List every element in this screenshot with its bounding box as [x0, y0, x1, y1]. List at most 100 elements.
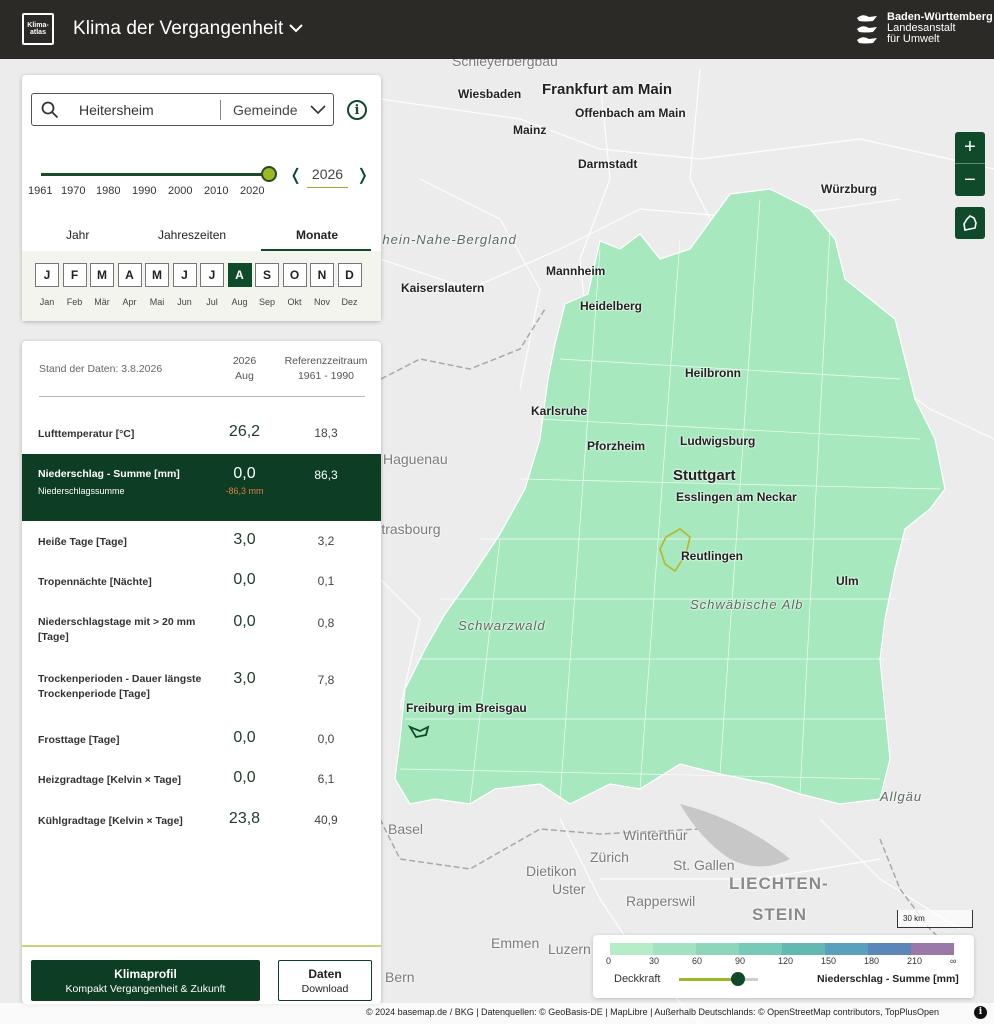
indicator-reference: 40,9	[314, 813, 338, 827]
indicator-reference: 0,0	[317, 732, 335, 746]
legend-swatch	[825, 943, 868, 955]
city-label: Allgäu	[880, 789, 923, 804]
indicator-reference: 86,3	[314, 468, 338, 482]
search-input[interactable]: Heitersheim Gemeinde	[31, 93, 334, 126]
month-button[interactable]: J	[35, 263, 59, 287]
app-title[interactable]: Klima der Vergangenheit	[73, 18, 283, 40]
legend-swatch	[911, 943, 954, 955]
city-label: Würzburg	[821, 182, 877, 196]
indicator-row[interactable]: Kühlgradtage [Kelvin × Tage] 23,8 40,9	[22, 806, 381, 836]
city-label: Basel	[388, 821, 424, 837]
indicator-label: Kühlgradtage [Kelvin × Tage]	[38, 815, 183, 827]
city-label: Emmen	[491, 935, 540, 951]
city-label: Kaiserslautern	[401, 281, 485, 295]
month-label: Mär	[94, 297, 110, 307]
year-tick: 1961	[28, 185, 53, 197]
indicator-value: 0,0	[233, 729, 256, 746]
indicator-row[interactable]: Trockenperioden - Dauer längste Trockenp…	[22, 666, 381, 706]
year-tick: 1990	[132, 185, 157, 197]
indicator-value: 26,2	[228, 423, 261, 440]
map-outline-icon	[963, 215, 977, 231]
indicator-row[interactable]: Frosttage [Tage] 0,0 0,0	[22, 725, 381, 755]
month-button[interactable]: O	[282, 263, 307, 287]
search-type-select[interactable]: Gemeinde	[233, 102, 298, 118]
month-label: Aug	[231, 297, 248, 307]
chevron-down-icon[interactable]	[289, 23, 303, 33]
current-month: Aug	[235, 370, 254, 382]
daten-title: Daten	[308, 967, 342, 981]
indicator-row[interactable]: Lufttemperatur [°C] 26,2 18,3	[22, 419, 381, 449]
year-slider-track[interactable]	[41, 173, 270, 176]
indicator-difference: -86,3 mm	[225, 486, 264, 496]
indicator-label: Tropennächte [Nächte]	[38, 576, 152, 588]
month-button[interactable]: F	[62, 263, 87, 287]
month-label: Apr	[122, 297, 137, 307]
zoom-in-button[interactable]: +	[955, 132, 985, 164]
month-button[interactable]: A	[227, 263, 252, 287]
indicator-row[interactable]: Niederschlag - Summe [mm] Niederschlagssu…	[22, 454, 381, 521]
logo-text-2: atlas	[30, 29, 46, 36]
year-input[interactable]: 2026	[307, 166, 348, 188]
city-label: St. Gallen	[673, 857, 735, 873]
opacity-slider-thumb[interactable]	[731, 972, 746, 986]
tab-jahr[interactable]: Jahr	[66, 228, 89, 242]
city-label: Bern	[385, 969, 415, 985]
month-button[interactable]: A	[117, 263, 142, 287]
month-button[interactable]: M	[145, 263, 169, 287]
legend-swatch	[782, 943, 825, 955]
month-button[interactable]: D	[337, 263, 362, 287]
data-download-button[interactable]: Daten Download	[278, 960, 372, 1001]
month-button[interactable]: J	[172, 263, 197, 287]
legend-swatch	[696, 943, 739, 955]
legend-tick: 30	[649, 956, 660, 966]
klimaatlas-logo[interactable]: Klima- atlas	[22, 13, 54, 45]
year-slider-thumb[interactable]	[261, 166, 277, 182]
city-label: Freiburg im Breisgau	[406, 701, 527, 715]
search-value[interactable]: Heitersheim	[79, 102, 154, 118]
indicator-label: Heizgradtage [Kelvin × Tage]	[38, 774, 182, 786]
month-label: Nov	[313, 297, 330, 307]
indicator-row[interactable]: Tropennächte [Nächte] 0,0 0,1	[22, 567, 381, 597]
year-next-button[interactable]: ❭	[356, 165, 369, 185]
indicator-value: 0,0	[233, 769, 256, 786]
city-label: Stuttgart	[673, 467, 736, 484]
tab-monate[interactable]: Monate	[296, 228, 338, 242]
year-tick: 1980	[96, 185, 121, 197]
tab-jahreszeiten[interactable]: Jahreszeiten	[158, 228, 226, 242]
indicator-row[interactable]: Heiße Tage [Tage] 3,0 3,2	[22, 527, 381, 557]
legend-tick: 210	[907, 956, 923, 966]
indicator-label: Niederschlag - Summe [mm]	[38, 468, 180, 480]
attribution-info-icon[interactable]: i	[974, 1006, 987, 1019]
month-button[interactable]: J	[200, 263, 224, 287]
city-label: Frankfurt am Main	[542, 81, 673, 98]
month-button[interactable]: S	[255, 263, 279, 287]
year-tick: 1970	[61, 185, 86, 197]
indicator-reference: 0,1	[317, 574, 335, 588]
klimaprofil-button[interactable]: Klimaprofil Kompakt Vergangenheit & Zuku…	[31, 960, 260, 1001]
month-label: Feb	[66, 297, 83, 307]
attribution-text: © 2024 basemap.de / BKG | Datenquellen: …	[366, 1007, 940, 1017]
month-label: Mai	[149, 297, 165, 307]
city-label: Ulm	[836, 574, 859, 588]
city-label: STEIN	[752, 905, 808, 924]
opacity-slider-fill	[679, 978, 739, 981]
info-icon[interactable]: i	[347, 100, 367, 120]
city-label: LIECHTEN-	[729, 874, 829, 893]
legend-tick: ∞	[950, 956, 957, 966]
scale-bar: 30 km	[897, 910, 973, 928]
city-label: Darmstadt	[578, 157, 638, 171]
org-name: Baden-Württemberg Landesanstalt für Umwe…	[887, 12, 993, 45]
bw-outline-button[interactable]	[955, 207, 985, 239]
reference-label: Referenzzeitraum	[284, 355, 368, 367]
month-button[interactable]: M	[90, 263, 114, 287]
indicator-row[interactable]: Heizgradtage [Kelvin × Tage] 0,0 6,1	[22, 765, 381, 795]
opacity-label: Deckkraft	[614, 973, 661, 985]
year-prev-button[interactable]: ❬	[289, 165, 302, 185]
zoom-out-button[interactable]: −	[955, 164, 985, 196]
indicator-value: 0,0	[233, 465, 256, 482]
indicator-row[interactable]: Niederschlagstage mit > 20 mm [Tage] 0,0 0…	[22, 609, 381, 649]
month-button[interactable]: N	[310, 263, 334, 287]
month-label: Jun	[177, 297, 192, 307]
chevron-down-icon[interactable]	[310, 105, 326, 115]
indicator-sublabel: Niederschlagssumme	[38, 486, 125, 496]
